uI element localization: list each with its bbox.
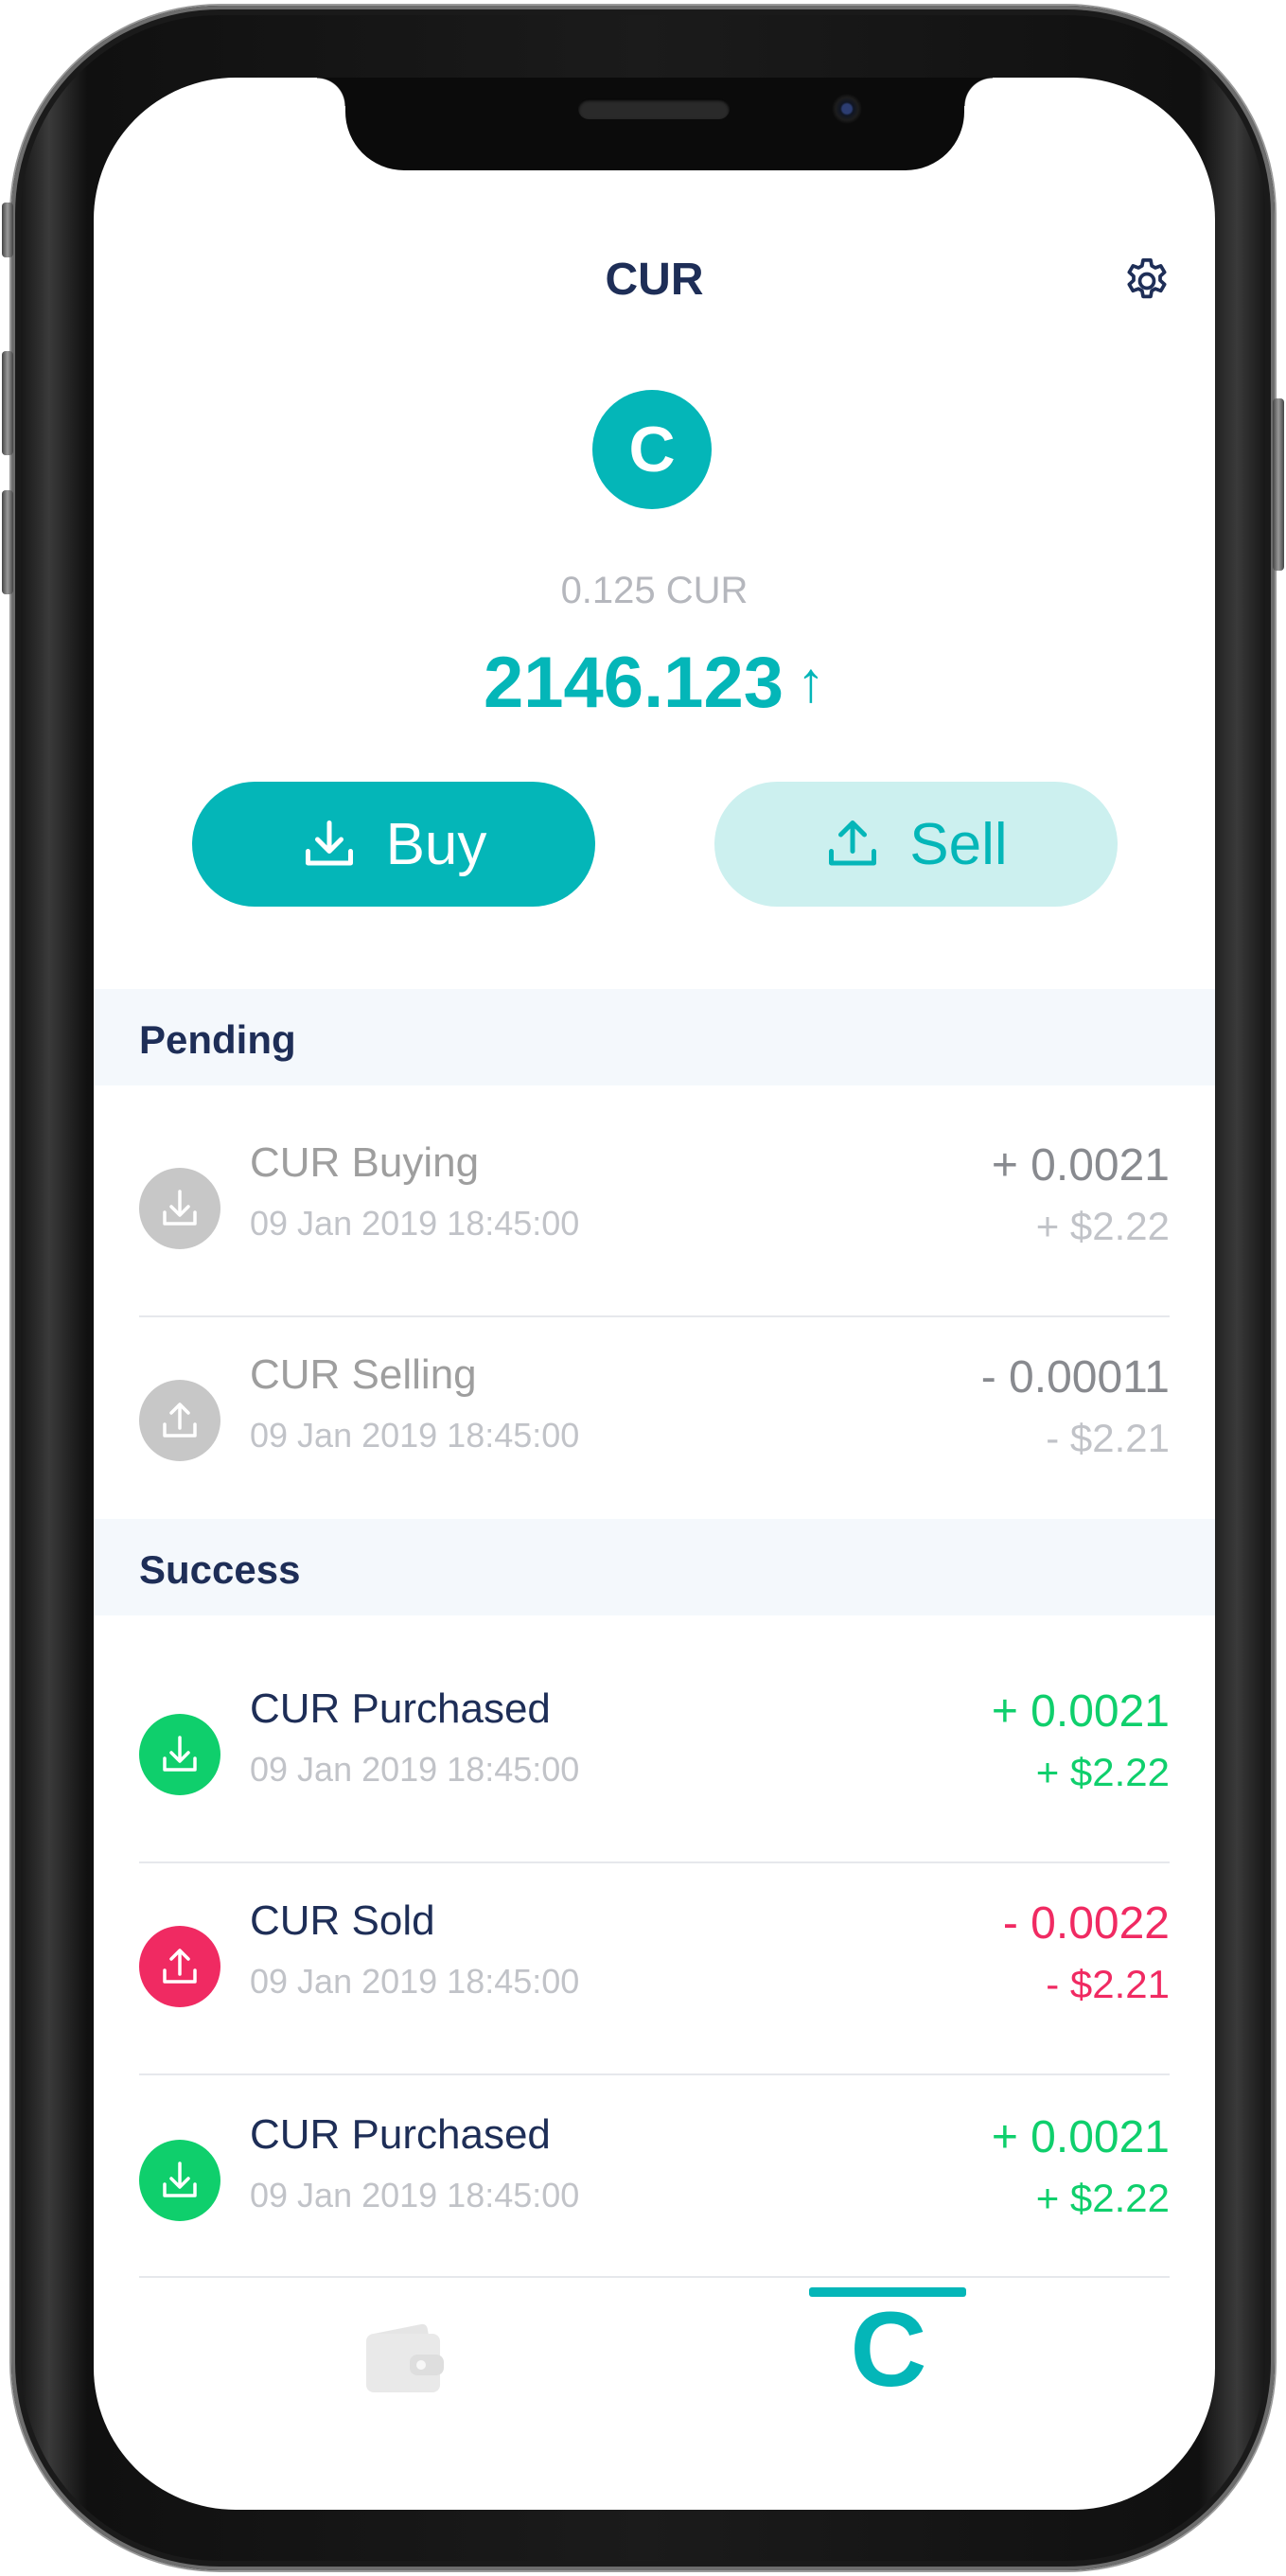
transaction-name: CUR Purchased	[250, 2111, 551, 2158]
speaker	[578, 98, 730, 119]
transaction-date: 09 Jan 2019 18:45:00	[250, 1962, 580, 2001]
transaction-usd: + $2.22	[1035, 1204, 1170, 1248]
transaction-date: 09 Jan 2019 18:45:00	[250, 1204, 580, 1243]
upload-icon	[139, 1926, 220, 2007]
sell-button[interactable]: Sell	[714, 782, 1118, 907]
coin-avatar: C	[592, 390, 712, 509]
download-icon	[305, 820, 353, 866]
buy-label: Buy	[385, 811, 487, 877]
transaction-name: CUR Buying	[250, 1139, 480, 1186]
mute-switch	[2, 203, 13, 257]
divider	[139, 2073, 1170, 2075]
page-title: CUR	[605, 255, 704, 305]
transaction-row[interactable]: CUR Selling 09 Jan 2019 18:45:00 - 0.000…	[139, 1317, 1170, 1529]
transaction-usd: + $2.22	[1035, 1750, 1170, 1794]
coin-balance: 0.125 CUR	[560, 570, 749, 611]
section-title: Pending	[139, 1017, 296, 1062]
sell-label: Sell	[909, 811, 1008, 877]
transaction-date: 09 Jan 2019 18:45:00	[250, 1750, 580, 1789]
section-title: Success	[139, 1547, 301, 1592]
buy-button[interactable]: Buy	[192, 782, 595, 907]
transaction-name: CUR Selling	[250, 1351, 477, 1398]
tabbar-divider	[139, 2276, 1170, 2278]
coin-tab[interactable]: C	[843, 2297, 934, 2403]
transaction-amount: + 0.0021	[991, 1140, 1170, 1191]
phone-frame: CUR C 0.125 CUR 2146.123 ↑ Buy Sell Pendi…	[2, 6, 1284, 2570]
transaction-usd: + $2.22	[1035, 2176, 1170, 2220]
download-icon	[139, 2140, 220, 2221]
fiat-balance: 2146.123 ↑	[94, 642, 1215, 724]
section-header-pending: Pending	[94, 989, 1215, 1085]
transaction-date: 09 Jan 2019 18:45:00	[250, 2176, 580, 2214]
transaction-row[interactable]: CUR Purchased 09 Jan 2019 18:45:00 + 0.0…	[139, 1651, 1170, 1863]
upload-icon	[829, 820, 877, 866]
power-button	[1273, 398, 1284, 571]
wallet-icon[interactable]	[364, 2322, 444, 2394]
transaction-amount: - 0.00011	[980, 1352, 1170, 1403]
notch	[317, 78, 993, 170]
section-header-success: Success	[94, 1519, 1215, 1615]
transaction-usd: - $2.21	[1046, 1416, 1170, 1460]
volume-down-button	[2, 490, 13, 594]
trend-up-icon: ↑	[797, 650, 825, 714]
transaction-amount: - 0.0022	[1002, 1898, 1170, 1949]
transaction-name: CUR Sold	[250, 1897, 435, 1944]
transaction-usd: - $2.21	[1046, 1962, 1170, 2006]
volume-up-button	[2, 351, 13, 455]
transaction-amount: + 0.0021	[991, 1686, 1170, 1737]
transaction-row[interactable]: CUR Sold 09 Jan 2019 18:45:00 - 0.0022 -…	[139, 1863, 1170, 2075]
transaction-row[interactable]: CUR Purchased 09 Jan 2019 18:45:00 + 0.0…	[139, 2077, 1170, 2289]
front-camera	[832, 94, 862, 124]
download-icon	[139, 1714, 220, 1795]
balance-value: 2146.123	[484, 643, 784, 723]
screen: CUR C 0.125 CUR 2146.123 ↑ Buy Sell Pendi…	[94, 78, 1215, 2510]
transaction-row[interactable]: CUR Buying 09 Jan 2019 18:45:00 + 0.0021…	[139, 1105, 1170, 1317]
upload-icon	[139, 1380, 220, 1461]
transaction-amount: + 0.0021	[991, 2112, 1170, 2162]
gear-icon[interactable]	[1120, 255, 1173, 308]
download-icon	[139, 1168, 220, 1249]
transaction-name: CUR Purchased	[250, 1685, 551, 1732]
transaction-date: 09 Jan 2019 18:45:00	[250, 1416, 580, 1455]
